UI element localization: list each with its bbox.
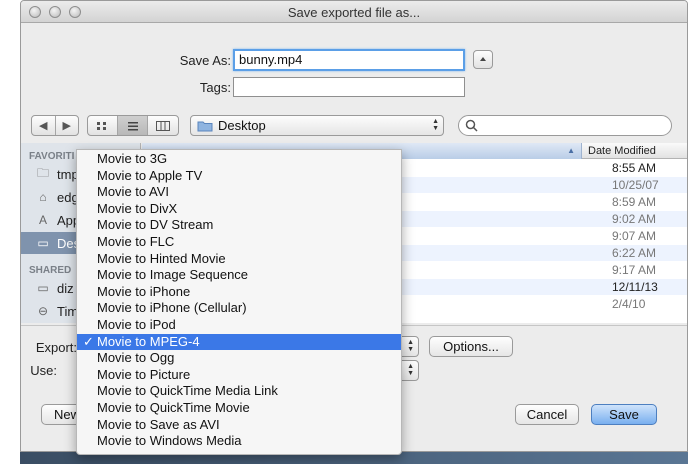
sidebar-item-label: diz [57,280,74,296]
export-format-menu: Movie to 3G Movie to Apple TV Movie to A… [76,149,402,455]
forward-button[interactable]: ▶ [56,116,79,135]
row-date: 6:22 AM [612,246,657,260]
menu-item-iphone-cellular[interactable]: Movie to iPhone (Cellular) [77,300,401,317]
location-popup[interactable]: Desktop ▲ ▼ [190,115,444,136]
row-date: 9:07 AM [612,229,657,243]
window-title: Save exported file as... [287,5,421,20]
menu-item-label: Movie to MPEG-4 [97,333,200,349]
save-as-field[interactable]: bunny.mp4 [233,49,465,71]
menu-item-image-sequence[interactable]: Movie to Image Sequence [77,267,401,284]
export-label: Export: [35,340,77,355]
icon-view-button[interactable] [88,116,118,135]
row-date: 8:55 AM [612,161,657,175]
row-date: 8:59 AM [612,195,657,209]
row-date: 2/4/10 [612,297,646,311]
menu-item-apple-tv[interactable]: Movie to Apple TV [77,168,401,185]
search-field[interactable] [458,115,672,136]
location-label: Desktop [218,118,266,133]
cancel-button[interactable]: Cancel [515,404,579,425]
home-icon: ⌂ [39,190,47,204]
back-button[interactable]: ◀ [32,116,56,135]
updown-arrows-icon: ▲ ▼ [407,363,414,377]
updown-arrows-icon: ▲ ▼ [432,118,439,132]
list-icon [127,121,138,130]
options-button[interactable]: Options... [429,336,513,357]
row-date: 9:17 AM [612,263,657,277]
computer-icon: ▭ [37,281,49,295]
date-modified-column-header[interactable]: Date Modified [588,145,656,157]
menu-item-ogg[interactable]: Movie to Ogg [77,350,401,367]
view-mode-control [87,115,179,136]
grid-icon [97,121,107,130]
menu-item-windows-media[interactable]: Movie to Windows Media [77,433,401,450]
chevron-left-icon: ◀ [39,120,48,132]
row-date: 10/25/07 [612,178,659,192]
shared-heading: SHARED [29,265,72,276]
menu-item-save-as-avi[interactable]: Movie to Save as AVI [77,417,401,434]
updown-arrows-icon: ▲ ▼ [407,339,414,353]
sidebar-item-label: Tim [57,303,79,319]
menu-item-flc[interactable]: Movie to FLC [77,234,401,251]
menu-item-dv-stream[interactable]: Movie to DV Stream [77,217,401,234]
disk-icon: ⊖ [37,304,49,318]
tags-field[interactable] [233,77,465,97]
expand-dialog-button[interactable] [473,50,493,69]
menu-item-picture[interactable]: Movie to Picture [77,367,401,384]
menu-item-quicktime-movie[interactable]: Movie to QuickTime Movie [77,400,401,417]
folder-icon: 🗀 [36,165,49,180]
list-view-button[interactable] [117,116,149,135]
menu-item-hinted-movie[interactable]: Movie to Hinted Movie [77,251,401,268]
favorites-heading: FAVORITI [29,151,75,162]
save-as-label: Save As: [179,53,231,68]
title-bar: Save exported file as... [21,1,687,23]
menu-item-quicktime-media-link[interactable]: Movie to QuickTime Media Link [77,383,401,400]
menu-item-avi[interactable]: Movie to AVI [77,184,401,201]
sort-ascending-icon: ▲ [567,146,575,155]
columns-icon [156,120,171,131]
menu-item-iphone[interactable]: Movie to iPhone [77,284,401,301]
row-date: 9:02 AM [612,212,657,226]
apps-icon: A [38,213,47,227]
folder-icon [197,121,213,132]
tags-label: Tags: [199,80,231,95]
menu-item-divx[interactable]: Movie to DivX [77,201,401,218]
magnifier-icon [465,119,478,132]
column-view-button[interactable] [148,116,178,135]
back-forward-control: ◀ ▶ [31,115,79,136]
row-date: 12/11/13 [612,280,658,294]
menu-item-ipod[interactable]: Movie to iPod [77,317,401,334]
desktop-icon: ▭ [37,236,49,250]
menu-item-3g[interactable]: Movie to 3G [77,151,401,168]
checkmark-icon: ✓ [83,333,94,349]
menu-item-mpeg-4[interactable]: ✓ Movie to MPEG-4 [77,333,401,351]
save-button[interactable]: Save [591,404,657,425]
use-label: Use: [30,363,57,378]
chevron-right-icon: ▶ [62,120,71,132]
triangle-up-icon [480,57,486,61]
